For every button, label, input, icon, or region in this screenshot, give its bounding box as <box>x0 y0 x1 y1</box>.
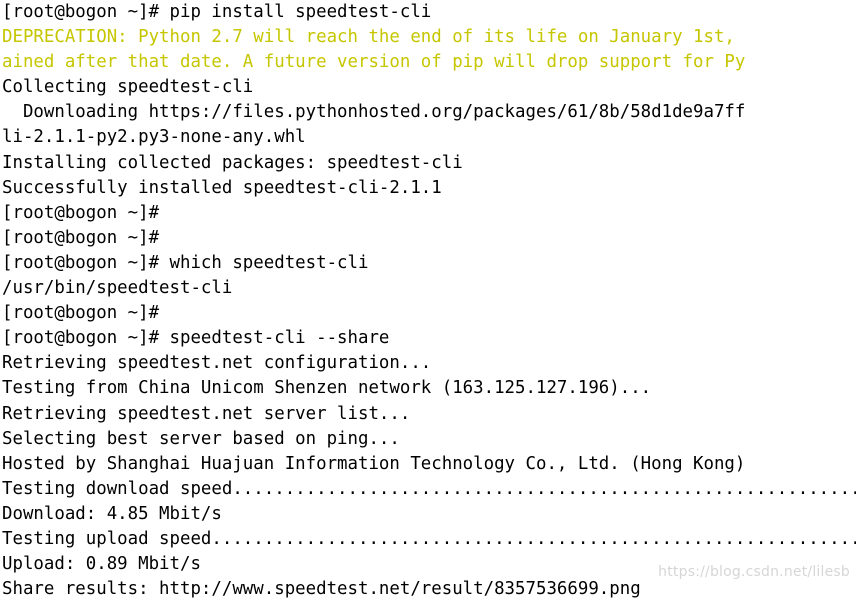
terminal-output-line: Successfully installed speedtest-cli-2.1… <box>2 177 442 198</box>
terminal-output-line: Testing download speed..................… <box>2 478 856 499</box>
terminal-output-line: Upload: 0.89 Mbit/s <box>2 554 201 575</box>
terminal-prompt-line: [root@bogon ~]# <box>2 227 160 248</box>
terminal-output-line: li-2.1.1-py2.py3-none-any.whl <box>2 127 306 148</box>
terminal-output-line: Downloading https://files.pythonhosted.o… <box>2 102 746 123</box>
terminal-output-line: Download: 4.85 Mbit/s <box>2 503 222 524</box>
terminal-output-line: Selecting best server based on ping... <box>2 428 400 449</box>
terminal-output-line: Testing from China Unicom Shenzen networ… <box>2 378 652 399</box>
terminal-prompt-line: [root@bogon ~]# speedtest-cli --share <box>2 328 390 349</box>
terminal-output-line: Share results: http://www.speedtest.net/… <box>2 579 641 598</box>
terminal-prompt-line: [root@bogon ~]# which speedtest-cli <box>2 252 369 273</box>
terminal-output-line: Hosted by Shanghai Huajuan Information T… <box>2 453 746 474</box>
terminal-window[interactable]: [root@bogon ~]# pip install speedtest-cl… <box>0 0 856 598</box>
terminal-output-line: Retrieving speedtest.net server list... <box>2 403 411 424</box>
terminal-output-line: /usr/bin/speedtest-cli <box>2 278 233 299</box>
terminal-output-line: Retrieving speedtest.net configuration..… <box>2 353 432 374</box>
terminal-prompt-line: [root@bogon ~]# <box>2 303 160 324</box>
terminal-output-line: Testing upload speed....................… <box>2 528 856 549</box>
terminal-output-line: Installing collected packages: speedtest… <box>2 152 463 173</box>
terminal-prompt-line: [root@bogon ~]# pip install speedtest-cl… <box>2 2 432 22</box>
terminal-prompt-line: [root@bogon ~]# <box>2 202 160 223</box>
terminal-warning-line: ained after that date. A future version … <box>2 52 746 73</box>
terminal-output-line: Collecting speedtest-cli <box>2 77 254 98</box>
terminal-output: [root@bogon ~]# pip install speedtest-cl… <box>0 0 856 598</box>
terminal-warning-line: DEPRECATION: Python 2.7 will reach the e… <box>2 27 735 48</box>
